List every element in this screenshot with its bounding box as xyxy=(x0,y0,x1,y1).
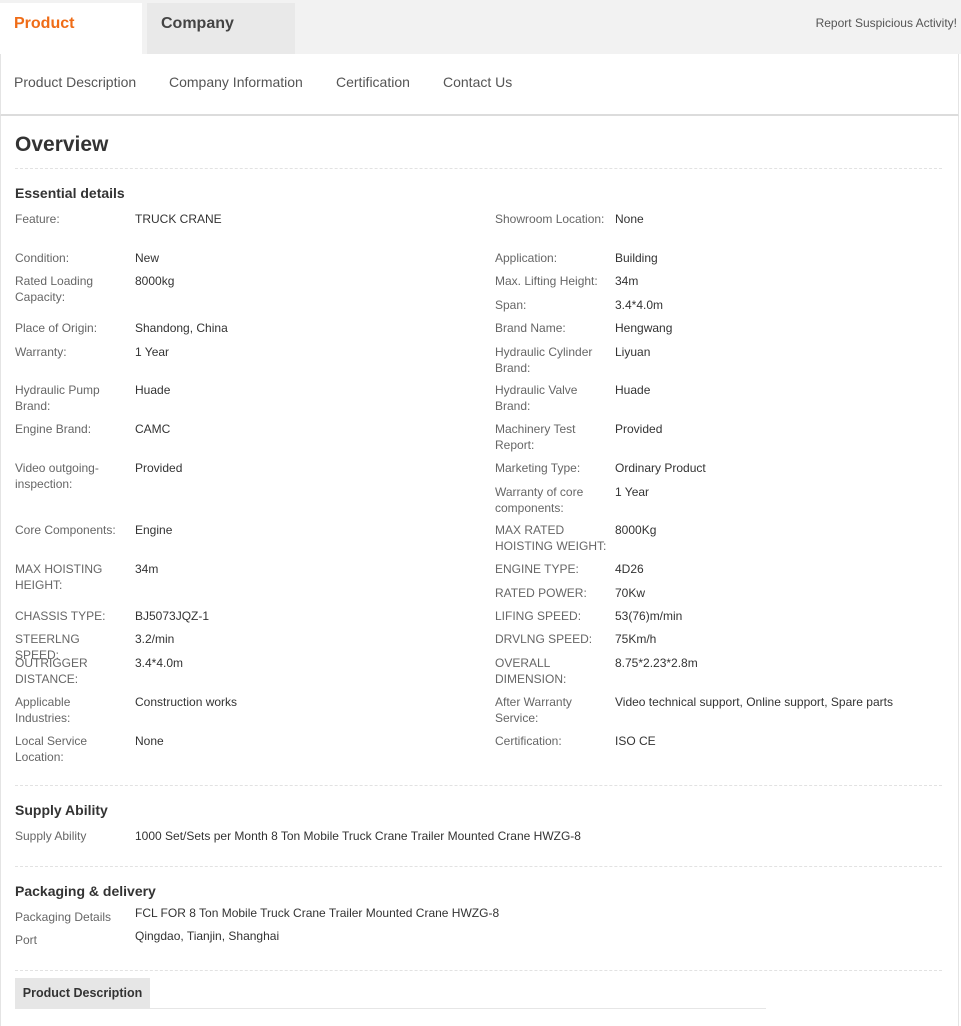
attribute-label: Engine Brand: xyxy=(15,422,92,436)
attribute-label: OUTRIGGER DISTANCE: xyxy=(15,656,88,686)
attribute-label: Hydraulic Valve Brand: xyxy=(495,383,578,413)
top-tab-bar: Product details Company profile Report S… xyxy=(0,0,961,73)
attribute-value: None xyxy=(615,212,644,226)
essential-details-title: Essential details xyxy=(15,185,125,201)
attribute-value: Construction works xyxy=(135,695,238,709)
attribute-value: Huade xyxy=(615,383,651,397)
subnav-contact-us[interactable]: Contact Us xyxy=(443,74,512,90)
attribute-value: Liyuan xyxy=(615,345,651,359)
supply-ability-title: Supply Ability xyxy=(15,802,108,818)
attribute-value: None xyxy=(135,734,164,748)
attribute-label: Rated Loading Capacity: xyxy=(15,274,94,304)
attribute-label: ENGINE TYPE: xyxy=(495,562,579,576)
subnav-product-description[interactable]: Product Description xyxy=(14,74,136,90)
attribute-value: ISO CE xyxy=(615,734,656,748)
report-suspicious-activity-link[interactable]: Report Suspicious Activity! xyxy=(816,16,957,30)
divider xyxy=(15,970,942,971)
attribute-value: Hengwang xyxy=(615,321,673,335)
attribute-value: 3.4*4.0m xyxy=(135,656,184,670)
attribute-label: Condition: xyxy=(15,251,70,265)
attribute-label: Core Components: xyxy=(15,523,116,537)
attribute-value: Video technical support, Online support,… xyxy=(615,695,893,709)
attribute-label: Span: xyxy=(495,298,527,312)
attribute-value: 70Kw xyxy=(615,586,646,600)
attribute-value: Qingdao, Tianjin, Shanghai xyxy=(135,929,280,943)
product-description-tab[interactable]: Product Description xyxy=(15,978,150,1008)
divider xyxy=(15,1008,766,1009)
tab-company-profile[interactable]: Company profile xyxy=(147,3,295,73)
attribute-label: Showroom Location: xyxy=(495,212,605,226)
attribute-value: 3.4*4.0m xyxy=(615,298,664,312)
attribute-value: FCL FOR 8 Ton Mobile Truck Crane Trailer… xyxy=(135,906,500,920)
subnav-company-information[interactable]: Company Information xyxy=(169,74,303,90)
attribute-label: Marketing Type: xyxy=(495,461,581,475)
attribute-value: BJ5073JQZ-1 xyxy=(135,609,210,623)
attribute-label: OVERALL DIMENSION: xyxy=(495,656,567,686)
attribute-value: Engine xyxy=(135,523,173,537)
attribute-label: Application: xyxy=(495,251,558,265)
divider xyxy=(15,168,942,169)
overview-title: Overview xyxy=(15,133,109,156)
attribute-label: Warranty of core components: xyxy=(495,485,584,515)
attribute-value: TRUCK CRANE xyxy=(135,212,222,226)
attribute-value: 8.75*2.23*2.8m xyxy=(615,656,698,670)
attribute-value: 4D26 xyxy=(615,562,644,576)
attribute-value: Ordinary Product xyxy=(615,461,706,475)
attribute-value: Building xyxy=(615,251,658,265)
attribute-label: Warranty: xyxy=(15,345,67,359)
attribute-value: 53(76)m/min xyxy=(615,609,683,623)
attribute-label: CHASSIS TYPE: xyxy=(15,609,106,623)
attribute-label: Port xyxy=(15,933,38,947)
attribute-value: 1000 Set/Sets per Month 8 Ton Mobile Tru… xyxy=(135,829,581,843)
attribute-value: New xyxy=(135,251,160,265)
product-details-panel: Overview Essential details Feature: TRUC… xyxy=(0,116,959,1026)
attribute-label: RATED POWER: xyxy=(495,586,587,600)
attribute-label: LIFING SPEED: xyxy=(495,609,582,623)
attribute-label: After Warranty Service: xyxy=(495,695,572,725)
attribute-value: 8000kg xyxy=(135,274,175,288)
attribute-value: CAMC xyxy=(135,422,171,436)
packaging-delivery-title: Packaging & delivery xyxy=(15,883,156,899)
attribute-label: Certification: xyxy=(495,734,562,748)
attribute-value: 8000Kg xyxy=(615,523,657,537)
attribute-label: Hydraulic Cylinder Brand: xyxy=(495,345,593,375)
attribute-value: 34m xyxy=(615,274,639,288)
attribute-label: Applicable Industries: xyxy=(15,695,71,725)
attribute-value: Provided xyxy=(615,422,663,436)
attribute-label: MAX RATED HOISTING WEIGHT: xyxy=(495,523,607,553)
attribute-value: Huade xyxy=(135,383,171,397)
attribute-label: Local Service Location: xyxy=(15,734,88,764)
attribute-label: Machinery Test Report: xyxy=(495,422,576,452)
attribute-label: Hydraulic Pump Brand: xyxy=(15,383,100,413)
divider xyxy=(15,866,942,867)
attribute-label: Feature: xyxy=(15,212,60,226)
attribute-label: Video outgoing-inspection: xyxy=(15,461,99,491)
attribute-value: 75Km/h xyxy=(615,632,657,646)
attribute-value: 1 Year xyxy=(615,485,650,499)
attribute-value: 3.2/min xyxy=(135,632,175,646)
attribute-value: 34m xyxy=(135,562,159,576)
attribute-label: MAX HOISTING HEIGHT: xyxy=(15,562,103,592)
attribute-label: Brand Name: xyxy=(495,321,566,335)
sub-navigation: Product Description Company Information … xyxy=(0,54,959,116)
attribute-value: Shandong, China xyxy=(135,321,228,335)
divider xyxy=(15,785,942,786)
attribute-label: DRVLNG SPEED: xyxy=(495,632,593,646)
attribute-label: Place of Origin: xyxy=(15,321,98,335)
attribute-label: Packaging Details xyxy=(15,910,112,924)
attribute-label: Max. Lifting Height: xyxy=(495,274,598,288)
attribute-label: Supply Ability xyxy=(15,829,87,843)
subnav-certification[interactable]: Certification xyxy=(336,74,410,90)
attribute-value: Provided xyxy=(135,461,183,475)
tab-product-details[interactable]: Product details xyxy=(0,3,142,73)
attribute-value: 1 Year xyxy=(135,345,170,359)
